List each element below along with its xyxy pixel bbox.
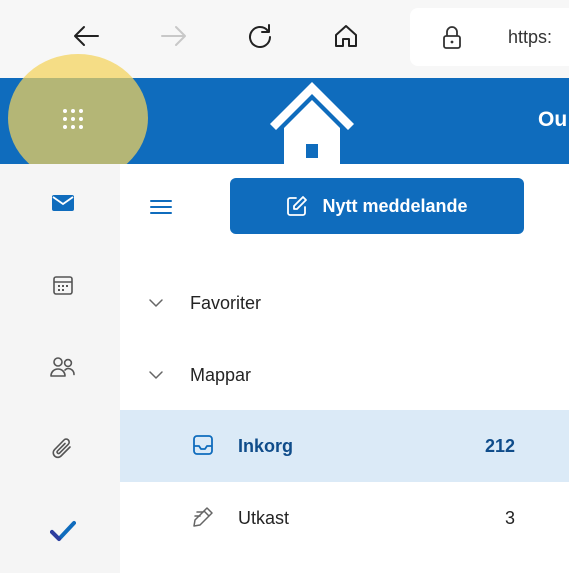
new-message-button[interactable]: Nytt meddelande — [230, 178, 524, 234]
checkmark-icon — [50, 521, 76, 541]
refresh-icon — [249, 24, 271, 48]
people-icon — [50, 357, 75, 377]
rail-item-files[interactable] — [50, 436, 76, 462]
calendar-icon — [53, 276, 73, 295]
waffle-icon[interactable] — [62, 108, 84, 130]
folder-pane: Nytt meddelande Favoriter Mappar Inkorg … — [120, 164, 569, 573]
url-text: https: — [508, 27, 553, 47]
draft-count: 3 — [504, 507, 515, 528]
chevron-down-icon — [149, 371, 163, 379]
compose-icon — [287, 196, 308, 216]
mail-icon — [52, 195, 74, 211]
folder-label: Utkast — [238, 507, 290, 528]
rail-item-calendar[interactable] — [50, 272, 76, 298]
house-logo-icon — [270, 82, 354, 164]
app-rail — [0, 164, 120, 573]
new-message-label: Nytt meddelande — [322, 195, 468, 216]
app-brand-text: Ou — [538, 108, 568, 131]
chevron-down-icon — [149, 299, 163, 307]
unread-count: 212 — [484, 435, 515, 456]
folder-label: Inkorg — [238, 435, 294, 456]
folder-drafts[interactable]: Utkast 3 — [120, 482, 569, 554]
section-favorites[interactable]: Favoriter — [120, 272, 569, 334]
address-bar[interactable]: https: — [410, 8, 569, 66]
section-folders[interactable]: Mappar — [120, 344, 569, 406]
inbox-icon — [193, 435, 213, 455]
folder-inbox[interactable]: Inkorg 212 — [120, 410, 569, 482]
rail-item-todo[interactable] — [50, 518, 76, 544]
arrow-right-icon — [161, 26, 186, 46]
hamburger-menu-icon[interactable] — [148, 194, 174, 220]
forward-button[interactable] — [154, 16, 194, 56]
section-label: Favoriter — [190, 292, 262, 313]
back-button[interactable] — [66, 16, 106, 56]
arrow-left-icon — [74, 26, 99, 46]
lock-icon — [443, 26, 461, 49]
section-label: Mappar — [190, 364, 252, 385]
browser-home-button[interactable] — [326, 16, 366, 56]
home-icon — [335, 25, 357, 47]
refresh-button[interactable] — [240, 16, 280, 56]
rail-item-people[interactable] — [50, 354, 76, 380]
paperclip-icon — [52, 438, 71, 459]
rail-item-mail[interactable] — [50, 190, 76, 216]
draft-pencil-icon — [193, 507, 213, 527]
